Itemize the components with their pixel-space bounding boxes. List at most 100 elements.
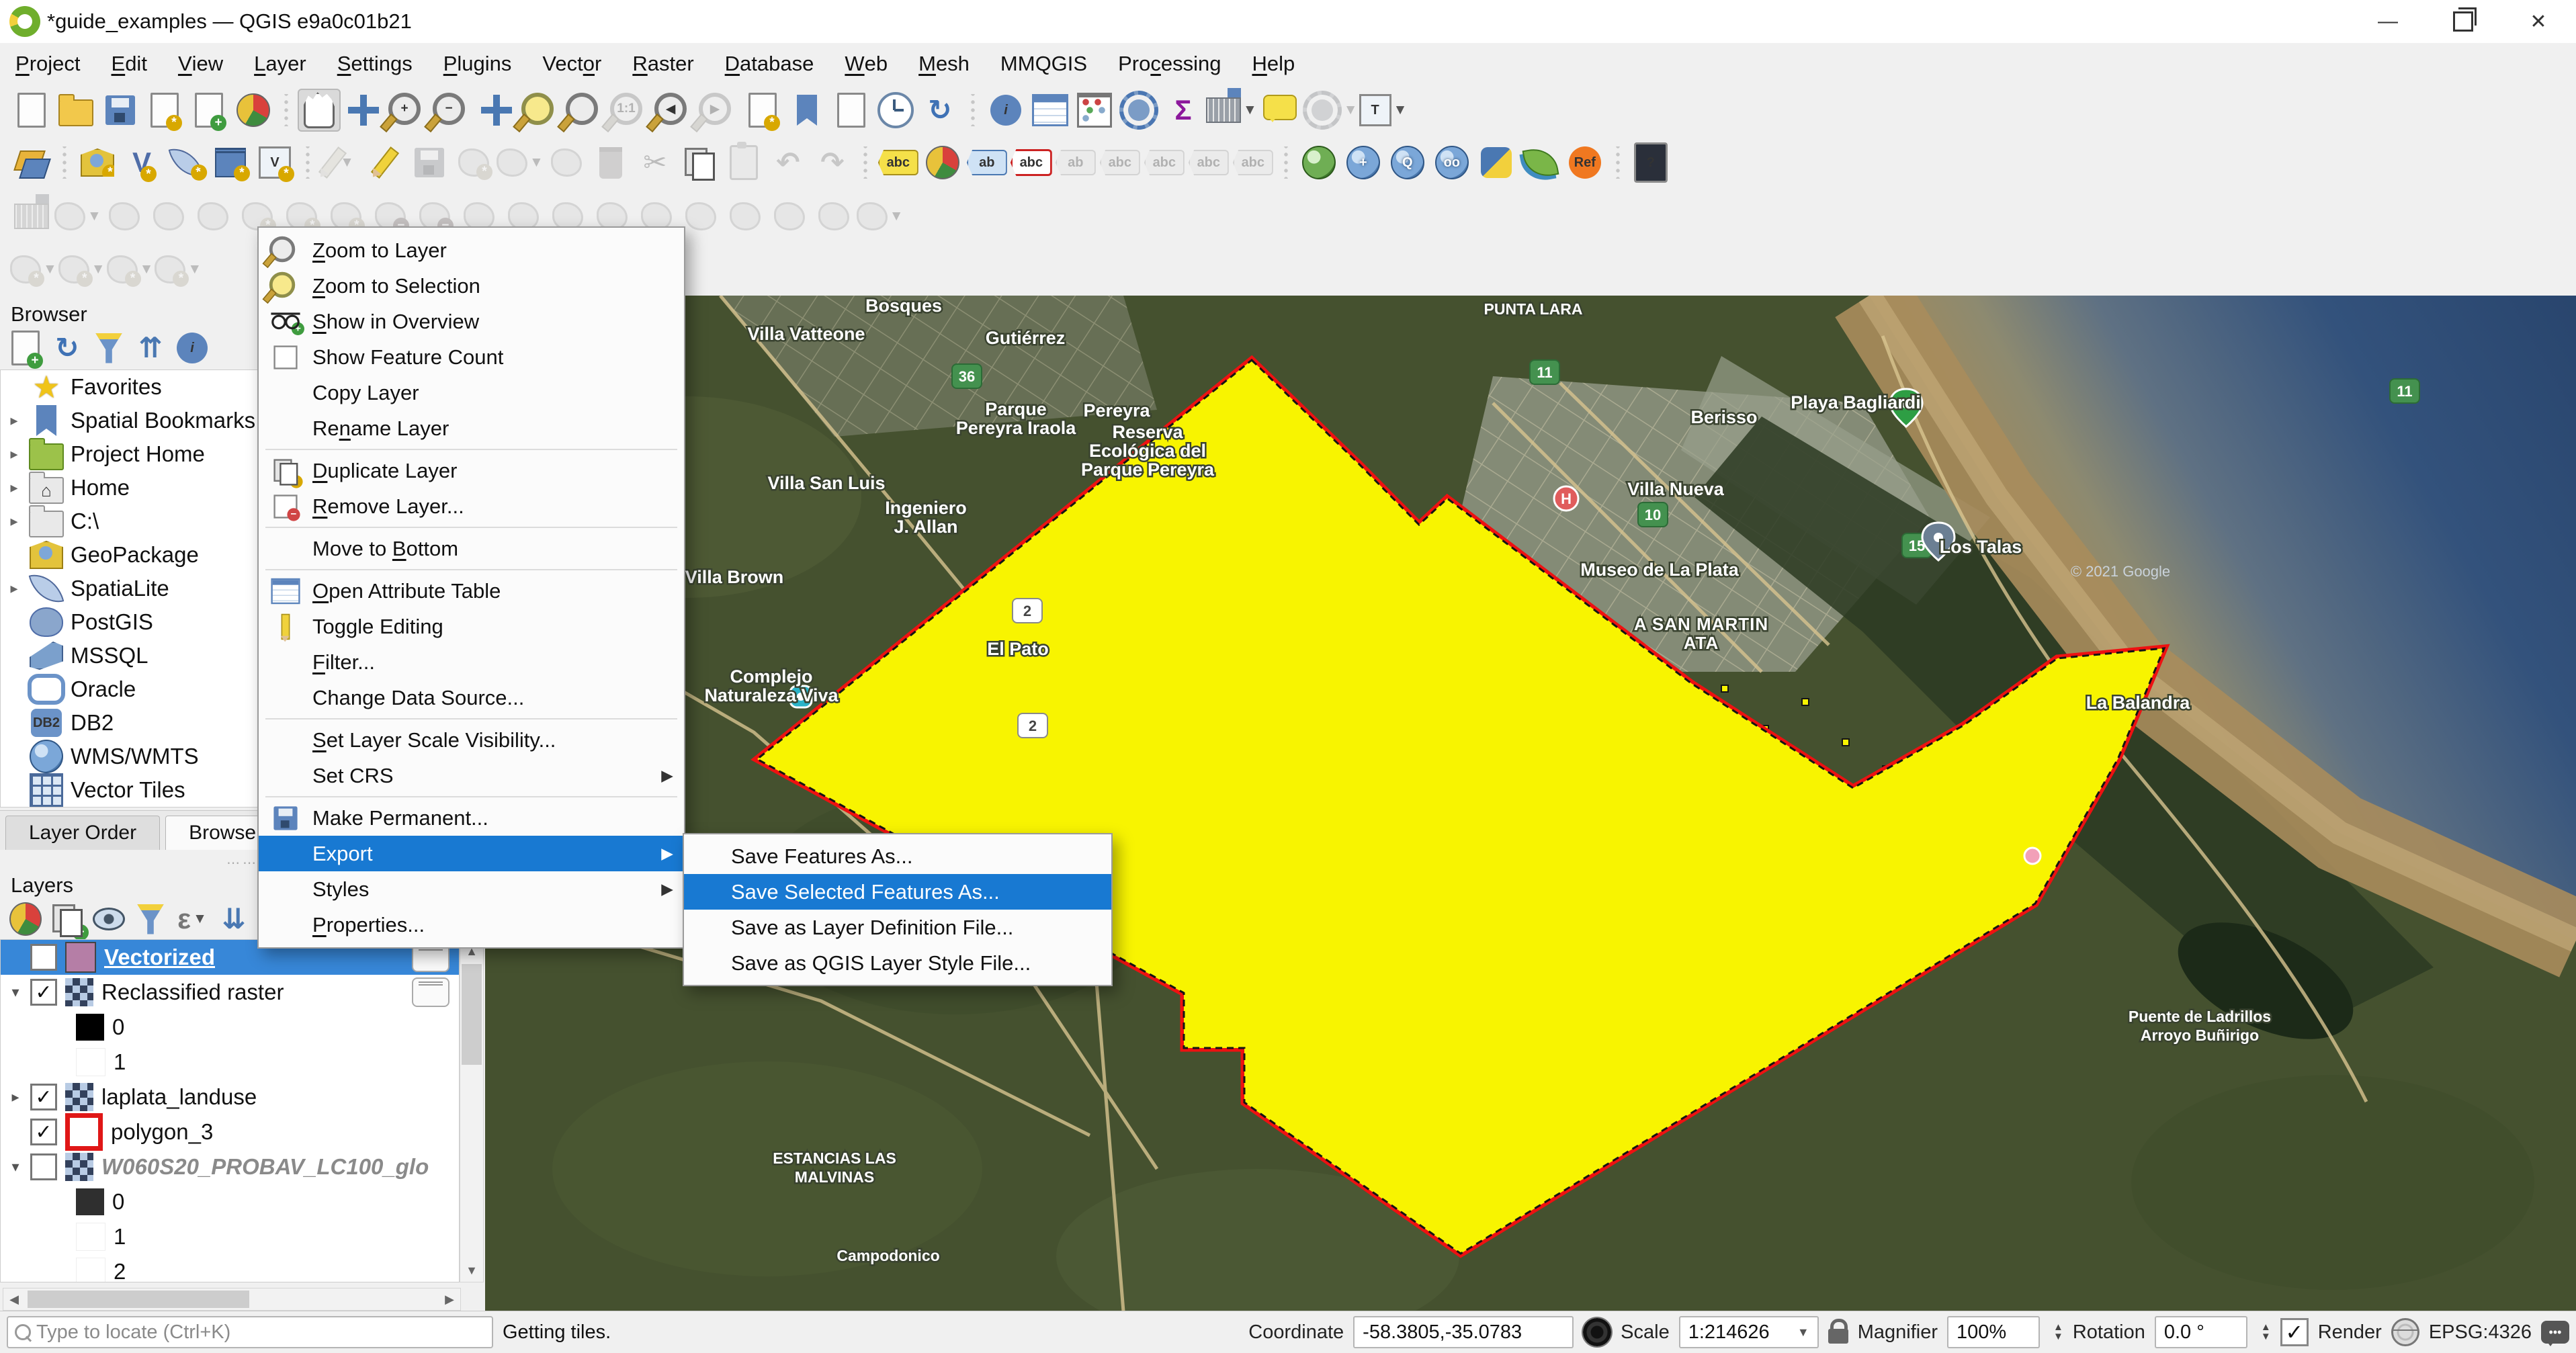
context-menu-properties[interactable]: Properties... [259,907,684,943]
new-project[interactable] [10,89,53,132]
new-temporary-scratch-layer[interactable]: V* [253,141,296,184]
rotation-spinbox[interactable]: 0.0 ° [2155,1316,2247,1348]
menu-mmqgis[interactable]: MMQGIS [985,43,1103,85]
spatial-bookmark-manager[interactable] [830,89,873,132]
expand-all[interactable]: ⇊ [218,903,250,935]
magnifier-spin-arrows[interactable]: ▲▼ [2053,1323,2063,1342]
save-project[interactable] [99,89,142,132]
context-menu-move-to-bottom[interactable]: Move to Bottom [259,531,684,566]
context-menu-zoom-to-selection[interactable]: Zoom to Selection [259,268,684,304]
highlight-pinned-labels[interactable]: abc [1010,141,1053,184]
context-menu-zoom-to-layer[interactable]: Zoom to Layer [259,232,684,268]
toggle-editing-tool[interactable] [363,141,406,184]
context-menu-filter[interactable]: Filter... [259,644,684,680]
scroll-right-icon[interactable]: ▶ [439,1293,460,1307]
lock-scale-icon[interactable] [1828,1329,1848,1344]
map-canvas[interactable]: 361011111522 H BosquesVilla VatteoneGuti… [485,296,2576,1311]
coordinate-input[interactable]: -58.3805,-35.0783 [1353,1316,1574,1348]
open-data-source-manager[interactable] [10,141,53,184]
legend-item-0[interactable]: 0 [1,1184,459,1219]
scroll-left-icon[interactable]: ◀ [3,1293,25,1307]
zoom-last[interactable]: ◀ [652,89,695,132]
layer-visibility-checkbox[interactable]: ✓ [30,979,57,1006]
show-layout-manager[interactable]: + [187,89,230,132]
show-spatial-bookmarks[interactable] [785,89,828,132]
layer-diagram[interactable] [921,141,964,184]
context-menu-toggle-editing[interactable]: Toggle Editing [259,609,684,644]
menu-help[interactable]: Help [1236,43,1310,85]
zoom-in[interactable]: + [386,89,429,132]
georeferencer[interactable]: Ref [1563,141,1606,184]
layer-item-laplata-landuse[interactable]: ▸✓laplata_landuse [1,1080,459,1115]
legend-item-1[interactable]: 1 [1,1219,459,1254]
processing-toolbox[interactable] [1117,89,1160,132]
copy-features[interactable] [678,141,721,184]
menu-plugins[interactable]: Plugins [428,43,527,85]
quickosm[interactable] [1519,141,1562,184]
add-group[interactable]: + [51,903,83,935]
open-layer-styling[interactable] [9,903,42,935]
pan-to-selection[interactable] [342,89,385,132]
new-geopackage-layer[interactable]: * [76,141,119,184]
magnifier-spinbox[interactable]: 100% [1947,1316,2040,1348]
filter-by-expression[interactable]: ε▼ [176,903,208,935]
context-menu-rename-layer[interactable]: Rename Layer [259,410,684,446]
browser-add-selected-layers[interactable]: + [9,332,42,364]
menu-view[interactable]: View [163,43,239,85]
maximize-button[interactable] [2425,0,2501,43]
context-menu-show-feature-count[interactable]: Show Feature Count [259,339,684,375]
new-spatial-bookmark[interactable]: * [741,89,784,132]
layer-visibility-checkbox[interactable]: ✓ [30,944,57,971]
browser-filter[interactable] [93,332,125,364]
scrollbar-thumb[interactable] [28,1291,249,1308]
help[interactable]: ? [1629,141,1672,184]
temporal-controller[interactable] [874,89,917,132]
zoom-full[interactable] [475,89,518,132]
manage-map-themes[interactable] [93,903,125,935]
menu-vector[interactable]: Vector [527,43,617,85]
messages-icon[interactable]: ••• [2541,1321,2569,1344]
zoom-out[interactable]: − [431,89,474,132]
metasearch[interactable]: Q [1386,141,1429,184]
new-spatialite-layer[interactable]: * [165,141,208,184]
submenu-save-features-as[interactable]: Save Features As... [684,838,1111,874]
layers-horizontal-scrollbar[interactable]: ◀ ▶ [3,1288,461,1311]
layers-vertical-scrollbar[interactable]: ▲ ▼ [460,939,484,1282]
layer-visibility-checkbox[interactable]: ✓ [30,1084,57,1110]
python-console[interactable] [1475,141,1518,184]
browser-collapse-all[interactable]: ⇈ [134,332,167,364]
close-button[interactable]: ✕ [2501,0,2576,43]
menu-raster[interactable]: Raster [617,43,709,85]
render-checkbox[interactable]: ✓ [2280,1318,2309,1346]
menu-processing[interactable]: Processing [1103,43,1236,85]
context-menu-make-permanent[interactable]: Make Permanent... [259,800,684,836]
zoom-to-layer[interactable] [564,89,607,132]
extents-toggle-icon[interactable] [1583,1318,1611,1346]
menu-database[interactable]: Database [710,43,830,85]
map-tips[interactable] [1258,89,1301,132]
menu-project[interactable]: Project [0,43,96,85]
layer-visibility-checkbox[interactable] [30,1153,57,1180]
browser-refresh[interactable]: ↻ [51,332,83,364]
tab-layer-order[interactable]: Layer Order [5,816,160,850]
browser-properties[interactable]: i [176,332,208,364]
context-menu-show-in-overview[interactable]: +Show in Overview [259,304,684,339]
context-menu-styles[interactable]: Styles▶ [259,871,684,907]
minimize-button[interactable]: — [2350,0,2425,43]
submenu-save-as-qgis-layer-style-file[interactable]: Save as QGIS Layer Style File... [684,945,1111,981]
context-menu-remove-layer[interactable]: −Remove Layer... [259,488,684,524]
open-attribute-table-tool[interactable] [1029,89,1072,132]
legend-item-0[interactable]: 0 [1,1010,459,1045]
metasearch-add-wms[interactable]: + [1342,141,1385,184]
menu-edit[interactable]: Edit [96,43,163,85]
new-print-layout[interactable]: * [143,89,186,132]
statistical-summary[interactable] [1073,89,1116,132]
context-menu-set-crs[interactable]: Set CRS▶ [259,758,684,793]
refresh-map[interactable]: ↻ [918,89,961,132]
submenu-save-as-layer-definition-file[interactable]: Save as Layer Definition File... [684,910,1111,945]
context-menu-set-layer-scale-visibility[interactable]: Set Layer Scale Visibility... [259,722,684,758]
new-shapefile-layer[interactable]: V* [120,141,163,184]
menu-web[interactable]: Web [829,43,903,85]
context-menu-change-data-source[interactable]: Change Data Source... [259,680,684,715]
osm-place-search[interactable]: oo [1430,141,1473,184]
